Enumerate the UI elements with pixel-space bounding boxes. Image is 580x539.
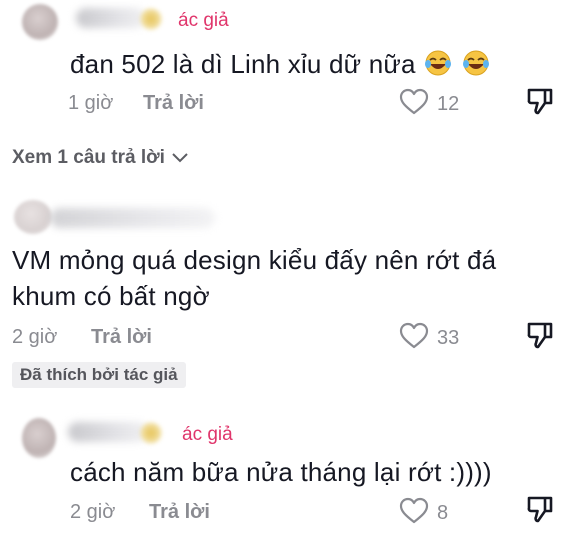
view-replies-button[interactable]: Xem 1 câu trả lời [12, 147, 189, 169]
author-tag: ác giả [182, 424, 233, 445]
like-button[interactable]: 33 [399, 322, 459, 355]
comment-text: đan 502 là dì Linh xỉu dữ nữa [70, 46, 491, 86]
comment-text: cách năm bữa nửa tháng lại rớt :)))) [70, 457, 492, 487]
reply-button[interactable]: Trả lời [149, 501, 210, 524]
username-emoji-blurred [140, 422, 162, 444]
avatar[interactable] [22, 4, 58, 40]
view-replies-label: Xem 1 câu trả lời [12, 147, 165, 168]
heart-outline-icon [399, 497, 429, 530]
heart-outline-icon [399, 88, 429, 121]
avatar[interactable] [14, 200, 52, 234]
comment-text-line-2: khum có bất ngờ [12, 281, 210, 311]
comment-text-line-1: VM mỏng quá design kiểu đấy nên rớt đá [12, 245, 497, 275]
avatar[interactable] [22, 418, 56, 458]
like-count: 12 [437, 93, 460, 115]
username-blurred[interactable] [68, 422, 148, 442]
username-blurred[interactable] [50, 208, 215, 228]
heart-outline-icon [399, 322, 429, 355]
dislike-icon [527, 88, 553, 115]
reply-button[interactable]: Trả lời [143, 92, 204, 115]
laughing-emoji-icon [461, 49, 491, 86]
like-count: 33 [437, 327, 460, 349]
like-count: 8 [437, 502, 449, 524]
like-button[interactable]: 12 [399, 88, 459, 121]
comment-text-content: đan 502 là dì Linh xỉu dữ nữa [70, 49, 416, 79]
username-blurred[interactable] [76, 8, 146, 28]
liked-by-author-badge: Đã thích bởi tác giả [12, 362, 186, 388]
comment-time: 1 giờ [68, 92, 114, 114]
dislike-button[interactable] [525, 494, 555, 524]
dislike-button[interactable] [525, 320, 555, 350]
dislike-icon [527, 496, 553, 523]
dislike-button[interactable] [525, 86, 555, 116]
laughing-emoji-icon [423, 49, 453, 86]
like-button[interactable]: 8 [399, 497, 448, 530]
comment-time: 2 giờ [70, 501, 116, 523]
dislike-icon [527, 322, 553, 349]
username-emoji-blurred [140, 8, 162, 30]
reply-button[interactable]: Trả lời [91, 326, 152, 349]
chevron-down-icon [172, 153, 188, 163]
author-tag: ác giả [178, 10, 229, 31]
comment-time: 2 giờ [12, 326, 58, 348]
comment-text: VM mỏng quá design kiểu đấy nên rớt đá k… [12, 242, 496, 314]
